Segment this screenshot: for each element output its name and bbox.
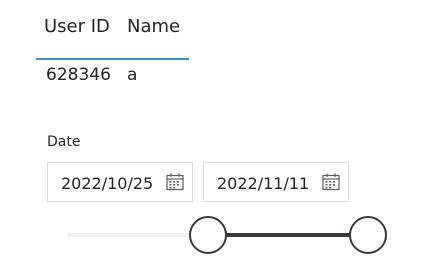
end-date-value: 2022/11/11 <box>217 174 310 193</box>
slider-start-handle[interactable] <box>188 216 227 254</box>
calendar-icon[interactable] <box>321 172 341 192</box>
table-row[interactable]: 628346 a <box>36 60 189 94</box>
start-date-input[interactable]: 2022/10/25 <box>47 162 193 202</box>
slider-end-handle[interactable] <box>348 216 387 254</box>
cell-name: a <box>127 65 138 85</box>
calendar-icon[interactable] <box>165 172 185 192</box>
report-canvas: User ID Name 628346 a Date 2022/10/25 20… <box>0 0 427 277</box>
user-table: User ID Name 628346 a <box>36 0 189 94</box>
end-date-input[interactable]: 2022/11/11 <box>203 162 349 202</box>
column-header-name[interactable]: Name <box>127 16 180 37</box>
column-header-user-id[interactable]: User ID <box>44 16 110 37</box>
date-slicer-title: Date <box>47 134 81 150</box>
date-range-slider[interactable] <box>67 214 387 256</box>
slider-selected-range <box>207 233 368 237</box>
start-date-value: 2022/10/25 <box>61 174 154 193</box>
cell-user-id: 628346 <box>46 65 111 85</box>
table-header: User ID Name <box>36 0 189 60</box>
